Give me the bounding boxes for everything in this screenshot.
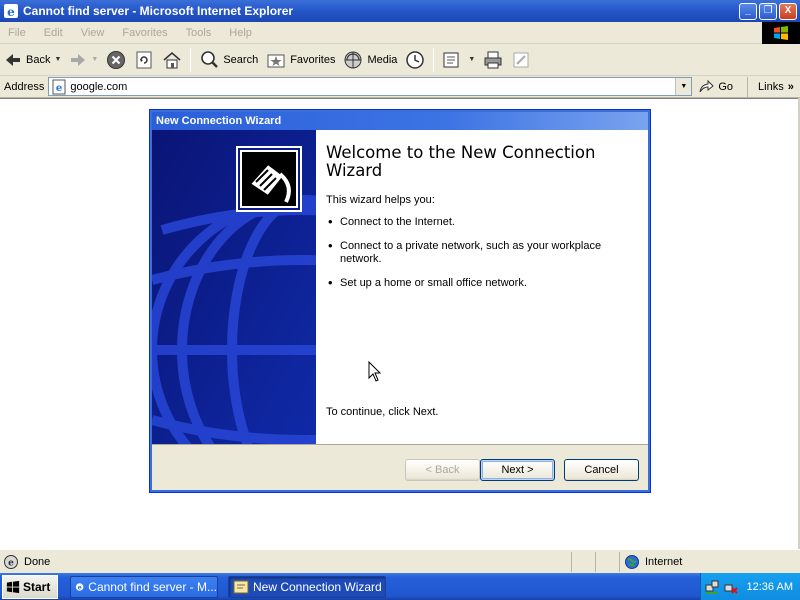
chevron-right-icon[interactable]: » bbox=[788, 81, 794, 93]
clock: 12:36 AM bbox=[746, 580, 793, 593]
windows-logo-icon bbox=[762, 22, 800, 44]
chevron-down-icon[interactable]: ▼ bbox=[54, 56, 61, 63]
edit-page-icon bbox=[513, 52, 529, 67]
network-connection-icon[interactable] bbox=[704, 579, 720, 595]
wizard-continue-text: To continue, click Next. bbox=[326, 406, 439, 418]
wizard-intro: This wizard helps you: bbox=[326, 194, 435, 206]
mouse-pointer-icon bbox=[368, 361, 382, 382]
next-button[interactable]: Next > bbox=[480, 459, 555, 481]
globe-icon bbox=[625, 554, 639, 569]
mail-button[interactable]: ▼ bbox=[438, 46, 479, 74]
stop-button[interactable] bbox=[102, 46, 130, 74]
window-title-bar: e Cannot find server - Microsoft Interne… bbox=[0, 0, 800, 22]
back-button[interactable]: Back ▼ bbox=[0, 46, 65, 74]
menu-bar: File Edit View Favorites Tools Help bbox=[0, 22, 800, 44]
menu-tools[interactable]: Tools bbox=[178, 27, 222, 39]
history-button[interactable] bbox=[401, 46, 429, 74]
menu-view[interactable]: View bbox=[73, 27, 115, 39]
wizard-heading: Welcome to the New Connection Wizard bbox=[326, 143, 596, 180]
print-icon bbox=[484, 51, 502, 68]
svg-text:e: e bbox=[78, 583, 82, 591]
address-input[interactable]: e google.com ▼ bbox=[48, 77, 693, 96]
address-url[interactable]: google.com bbox=[67, 81, 675, 93]
minimize-button[interactable]: _ bbox=[739, 2, 757, 20]
taskbar-item-wizard[interactable]: New Connection Wizard bbox=[228, 575, 386, 598]
taskbar-item-ie[interactable]: e Cannot find server - M... bbox=[70, 575, 218, 598]
home-icon bbox=[163, 51, 181, 68]
menu-file[interactable]: File bbox=[0, 27, 36, 39]
page-icon: e bbox=[52, 79, 66, 94]
network-cable-icon bbox=[238, 148, 300, 210]
close-button[interactable]: X bbox=[779, 2, 797, 20]
forward-button[interactable]: ▼ bbox=[65, 46, 102, 74]
svg-text:e: e bbox=[7, 5, 15, 19]
restore-button[interactable]: ❐ bbox=[759, 2, 777, 20]
window-title: Cannot find server - Microsoft Internet … bbox=[23, 4, 294, 18]
history-icon bbox=[406, 50, 425, 69]
menu-edit[interactable]: Edit bbox=[36, 27, 73, 39]
taskbar: Start e Cannot find server - M... New Co… bbox=[0, 573, 800, 600]
menu-favorites[interactable]: Favorites bbox=[114, 27, 177, 39]
mail-icon bbox=[443, 52, 459, 67]
chevron-down-icon[interactable]: ▼ bbox=[91, 56, 98, 63]
favorites-star-icon bbox=[267, 54, 285, 67]
windows-logo-icon bbox=[6, 580, 20, 593]
favorites-button[interactable]: Favorites bbox=[262, 46, 339, 74]
edit-button[interactable] bbox=[507, 46, 535, 74]
internet-explorer-icon: e bbox=[4, 4, 18, 19]
status-bar: e Done Internet bbox=[0, 549, 800, 573]
go-arrow-icon bbox=[699, 79, 715, 92]
search-button[interactable]: Search bbox=[195, 46, 262, 74]
svg-text:e: e bbox=[8, 558, 14, 568]
go-button[interactable]: Go bbox=[698, 79, 733, 95]
list-item: Connect to a private network, such as yo… bbox=[326, 239, 626, 266]
network-disconnected-icon[interactable] bbox=[723, 579, 739, 595]
ie-page-icon: e bbox=[4, 554, 18, 569]
wizard-bullet-list: Connect to the Internet. Connect to a pr… bbox=[326, 215, 638, 290]
wizard-side-banner bbox=[152, 130, 316, 444]
svg-text:e: e bbox=[56, 83, 62, 94]
status-text: Done bbox=[24, 555, 51, 568]
toolbar: Back ▼ ▼ Search Favorites Media ▼ bbox=[0, 44, 800, 76]
chevron-down-icon[interactable]: ▼ bbox=[468, 56, 475, 63]
address-bar: Address e google.com ▼ Go Links » bbox=[0, 76, 800, 98]
stop-icon bbox=[107, 50, 126, 69]
status-progress-cell bbox=[572, 551, 596, 572]
system-tray: 12:36 AM bbox=[700, 573, 800, 600]
new-connection-wizard-dialog: New Connection Wizard Welcome to the New… bbox=[149, 109, 651, 493]
refresh-button[interactable] bbox=[130, 46, 158, 74]
home-button[interactable] bbox=[158, 46, 186, 74]
media-button[interactable]: Media bbox=[339, 46, 401, 74]
toolbar-divider bbox=[190, 47, 192, 72]
wizard-button-bar: < Back Next > Cancel bbox=[152, 444, 648, 490]
media-icon bbox=[344, 51, 362, 68]
search-icon bbox=[201, 50, 219, 68]
links-toolbar[interactable]: Links » bbox=[747, 76, 794, 97]
list-item: Connect to the Internet. bbox=[326, 215, 626, 229]
status-lock-cell bbox=[596, 551, 620, 572]
chevron-down-icon[interactable]: ▼ bbox=[675, 78, 692, 95]
list-item: Set up a home or small office network. bbox=[326, 276, 626, 290]
cancel-button[interactable]: Cancel bbox=[564, 459, 639, 481]
back-button-disabled[interactable]: < Back bbox=[405, 459, 480, 481]
status-text-area: e Done bbox=[0, 551, 572, 572]
dialog-title: New Connection Wizard bbox=[156, 115, 282, 127]
start-button[interactable]: Start bbox=[2, 574, 58, 599]
wizard-main-panel: Welcome to the New Connection Wizard Thi… bbox=[316, 130, 648, 444]
toolbar-divider bbox=[433, 47, 435, 72]
back-arrow-icon bbox=[6, 53, 20, 66]
print-button[interactable] bbox=[479, 46, 507, 74]
menu-help[interactable]: Help bbox=[221, 27, 262, 39]
security-zone[interactable]: Internet bbox=[620, 552, 682, 572]
dialog-title-bar: New Connection Wizard bbox=[152, 112, 648, 130]
address-label: Address bbox=[4, 80, 45, 93]
refresh-icon bbox=[136, 51, 152, 68]
forward-arrow-icon bbox=[71, 53, 86, 66]
internet-explorer-icon: e bbox=[75, 582, 84, 591]
wizard-icon bbox=[233, 580, 249, 593]
